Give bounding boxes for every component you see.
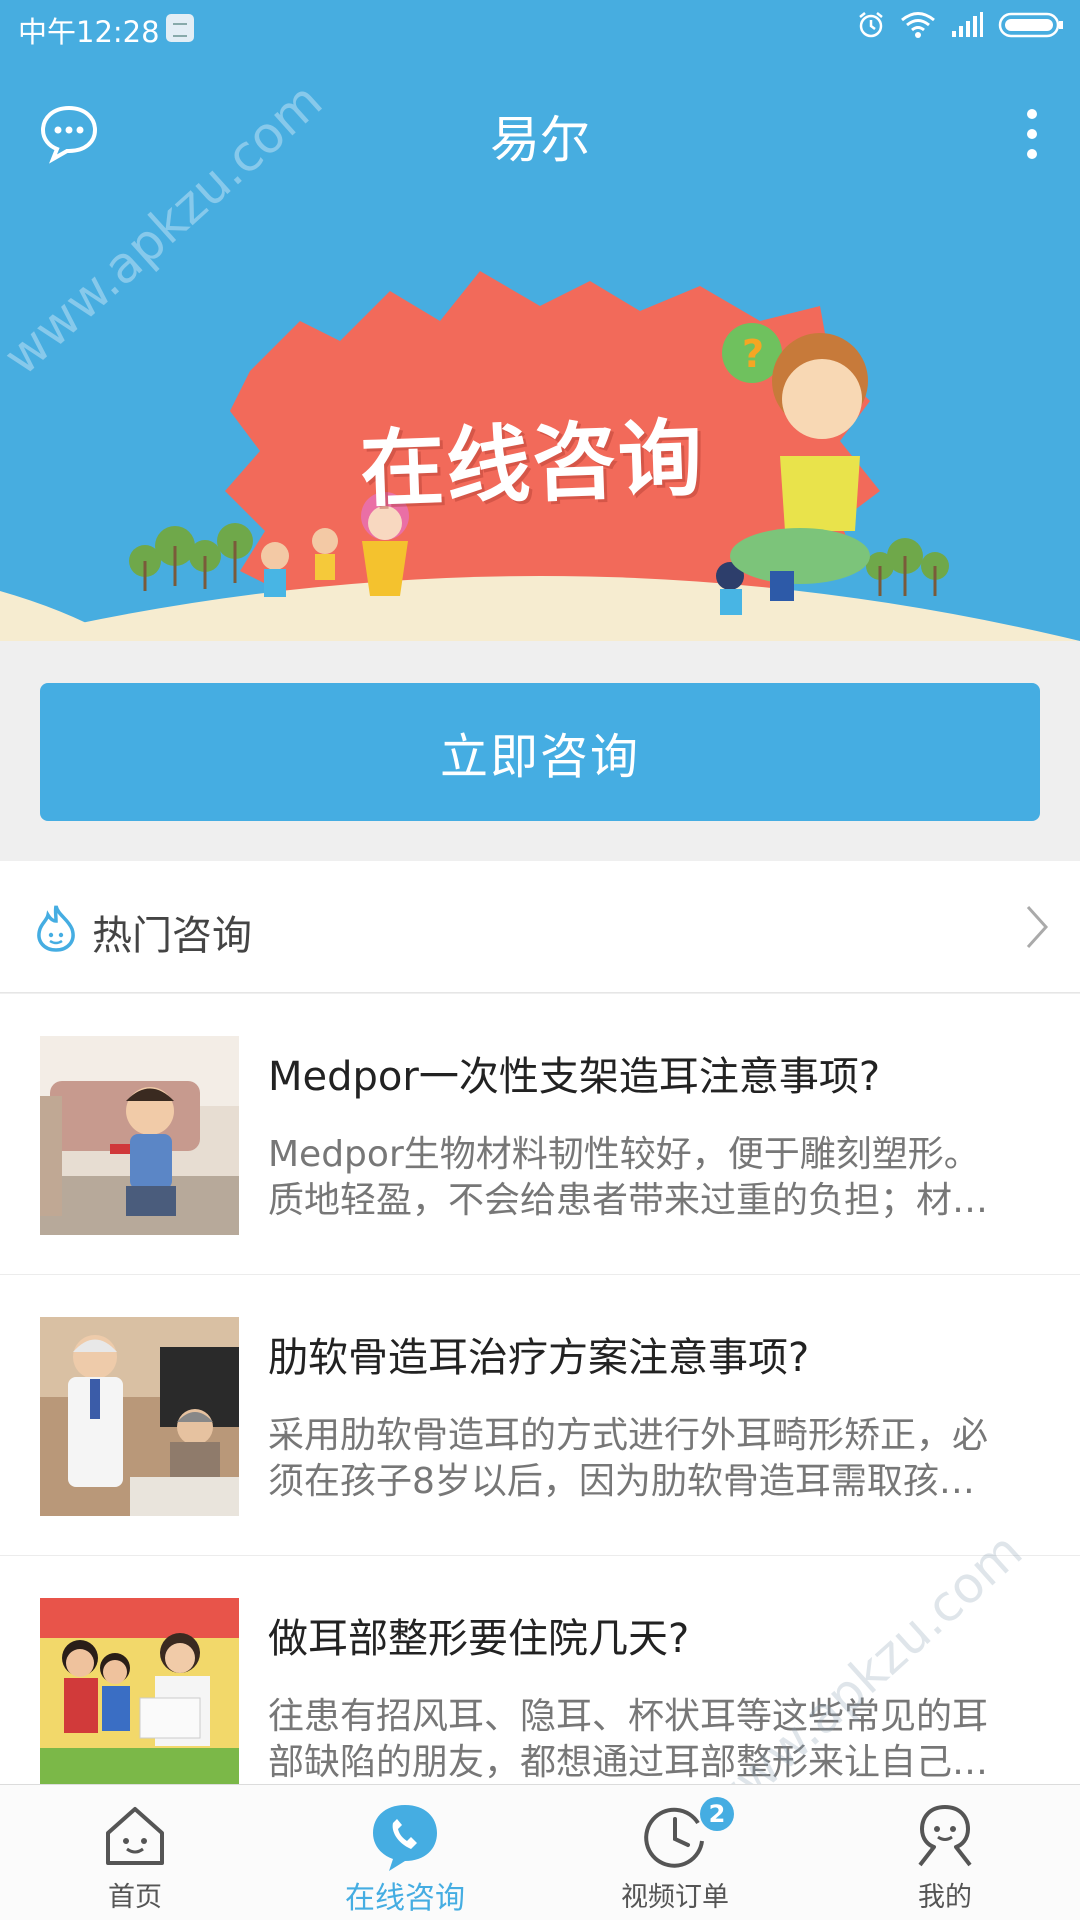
app-bar: 易尔 [0,56,1080,211]
hot-consult-title: 热门咨询 [92,913,252,959]
article-desc-line: 须在孩子8岁以后，因为肋软骨造耳需取孩… [268,1461,975,1502]
nav-item-video-orders[interactable]: 2 视频订单 [540,1785,810,1920]
article-title: 肋软骨造耳治疗方案注意事项? [268,1335,810,1381]
chevron-right-icon [1026,905,1049,949]
nav-item-consult[interactable]: 在线咨询 [270,1785,540,1920]
order-count-badge: 2 [700,1797,734,1831]
consult-area: 立即咨询 [0,641,1080,861]
nav-label: 首页 [108,1882,162,1913]
nav-item-profile[interactable]: 我的 [810,1785,1080,1920]
article-description: 往患有招风耳、隐耳、杯状耳等这些常见的耳 部缺陷的朋友，都想通过耳部整形来让自己… [268,1694,1048,1784]
consult-banner[interactable]: ? 在线咨询 [0,211,1080,641]
nav-label: 我的 [918,1882,972,1913]
article-description: 采用肋软骨造耳的方式进行外耳畸形矫正，必 须在孩子8岁以后，因为肋软骨造耳需取孩… [268,1413,1048,1505]
article-title: Medpor一次性支架造耳注意事项? [268,1054,881,1100]
article-item[interactable]: 做耳部整形要住院几天? 往患有招风耳、隐耳、杯状耳等这些常见的耳 部缺陷的朋友，… [0,1556,1080,1784]
svg-text:?: ? [742,332,764,376]
bottom-navigation: 首页 在线咨询 2 视频订单 我的 [0,1784,1080,1920]
notification-icon [166,14,194,42]
article-desc-line: 部缺陷的朋友，都想通过耳部整形来让自己… [268,1742,989,1783]
status-bar: 中午12:28 [0,0,1080,56]
alarm-icon [859,12,883,38]
hot-consult-header[interactable]: 热门咨询 [0,861,1080,993]
app-title: 易尔 [490,111,590,169]
article-list: Medpor一次性支架造耳注意事项? Medpor生物材料韧性较好，便于雕刻塑形… [0,994,1080,1784]
article-desc-line: 往患有招风耳、隐耳、杯状耳等这些常见的耳 [268,1696,989,1737]
wifi-icon [901,12,935,38]
article-item[interactable]: 肋软骨造耳治疗方案注意事项? 采用肋软骨造耳的方式进行外耳畸形矫正，必 须在孩子… [0,1275,1080,1556]
article-thumbnail [40,1036,239,1235]
consult-now-button[interactable]: 立即咨询 [40,683,1040,821]
article-item[interactable]: Medpor一次性支架造耳注意事项? Medpor生物材料韧性较好，便于雕刻塑形… [0,994,1080,1275]
article-thumbnail [40,1598,239,1784]
consult-icon [373,1805,437,1871]
nav-label: 在线咨询 [345,1881,465,1916]
more-options-button[interactable] [1012,106,1052,162]
status-time: 中午12:28 [18,15,160,49]
article-desc-line: Medpor生物材料韧性较好，便于雕刻塑形。 [268,1134,980,1175]
article-title: 做耳部整形要住院几天? [268,1616,690,1662]
flame-icon [37,905,75,952]
signal-icon [952,12,983,37]
article-thumbnail [40,1317,239,1516]
more-vertical-icon [1027,109,1037,159]
status-icons [856,10,1064,40]
profile-icon [918,1805,972,1867]
home-icon [106,1807,164,1865]
article-description: Medpor生物材料韧性较好，便于雕刻塑形。 质地轻盈，不会给患者带来过重的负担… [268,1132,1048,1224]
banner-title: 在线咨询 [358,409,706,519]
article-desc-line: 采用肋软骨造耳的方式进行外耳畸形矫正，必 [268,1415,989,1456]
battery-icon [998,12,1063,38]
nav-item-home[interactable]: 首页 [0,1785,270,1920]
nav-label: 视频订单 [621,1882,729,1913]
article-desc-line: 质地轻盈，不会给患者带来过重的负担；材… [268,1180,989,1221]
